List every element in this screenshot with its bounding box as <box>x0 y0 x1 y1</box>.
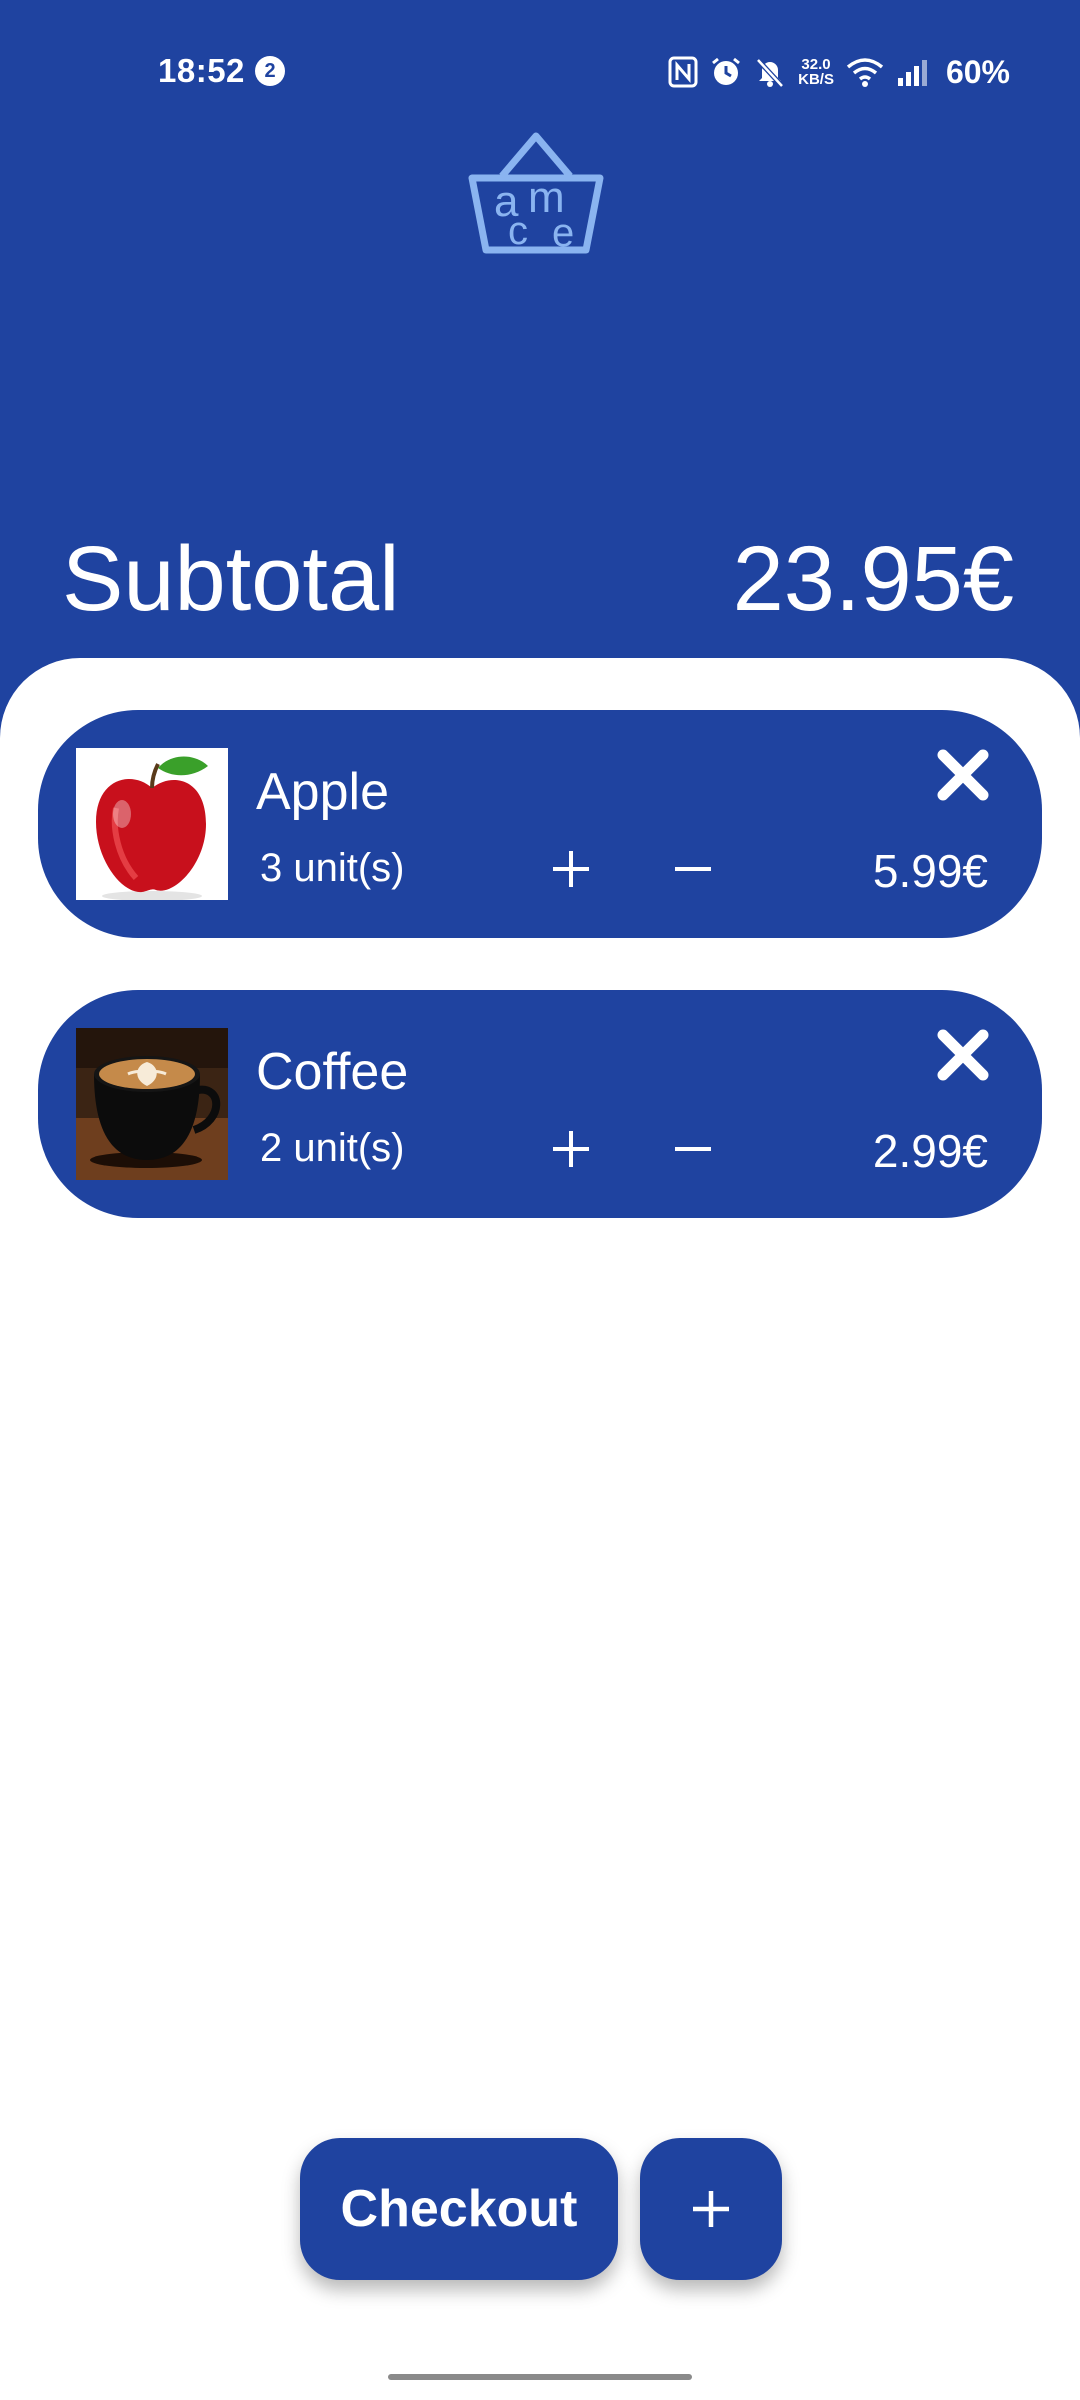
mute-icon <box>756 58 784 88</box>
signal-icon <box>897 60 927 86</box>
logo-letter-c: c <box>508 209 528 253</box>
coffee-image <box>76 1028 228 1180</box>
close-icon <box>937 749 989 801</box>
status-icons: 32.0 KB/S 60% <box>668 50 1010 94</box>
minus-icon <box>675 867 711 871</box>
cart-item-apple: Apple 3 unit(s) 5.99€ <box>38 710 1042 938</box>
acme-logo: a m c e <box>466 132 606 258</box>
status-time: 18:52 <box>158 52 245 89</box>
apple-image <box>76 748 228 900</box>
plus-icon <box>693 2191 729 2227</box>
network-speed-unit: KB/S <box>798 71 834 88</box>
close-icon <box>937 1029 989 1081</box>
decrease-quantity-button[interactable] <box>658 1114 728 1184</box>
wifi-icon <box>846 58 884 87</box>
plus-icon <box>553 851 589 887</box>
item-price: 2.99€ <box>872 1125 988 1177</box>
battery-level: 60% <box>945 53 1010 90</box>
status-bar: 18:52 2 32.0 KB/S 60% <box>0 40 1080 104</box>
remove-item-button[interactable] <box>928 740 998 810</box>
home-indicator[interactable] <box>388 2374 692 2380</box>
item-quantity: 2 unit(s) <box>260 1126 405 1170</box>
subtotal-value: 23.95€ <box>732 528 1014 630</box>
add-item-button[interactable] <box>640 2138 782 2280</box>
increase-quantity-button[interactable] <box>536 834 606 904</box>
remove-item-button[interactable] <box>928 1020 998 1090</box>
cart-item-coffee: Coffee 2 unit(s) 2.99€ <box>38 990 1042 1218</box>
increase-quantity-button[interactable] <box>536 1114 606 1184</box>
alarm-icon <box>712 57 741 85</box>
header: 18:52 2 32.0 KB/S 60% a m c e Subtotal 2… <box>0 0 1080 740</box>
decrease-quantity-button[interactable] <box>658 834 728 904</box>
notification-badge: 2 <box>255 56 285 86</box>
network-speed: 32.0 KB/S <box>798 57 834 87</box>
logo-letter-e: e <box>552 211 574 255</box>
item-quantity: 3 unit(s) <box>260 846 405 890</box>
item-name: Apple <box>256 763 389 821</box>
subtotal-label: Subtotal <box>62 528 400 630</box>
checkout-button[interactable]: Checkout <box>300 2138 618 2280</box>
minus-icon <box>675 1147 711 1151</box>
nfc-icon <box>668 56 698 88</box>
item-name: Coffee <box>256 1043 409 1101</box>
item-price: 5.99€ <box>872 845 988 897</box>
network-speed-value: 32.0 <box>801 56 831 73</box>
plus-icon <box>553 1131 589 1167</box>
